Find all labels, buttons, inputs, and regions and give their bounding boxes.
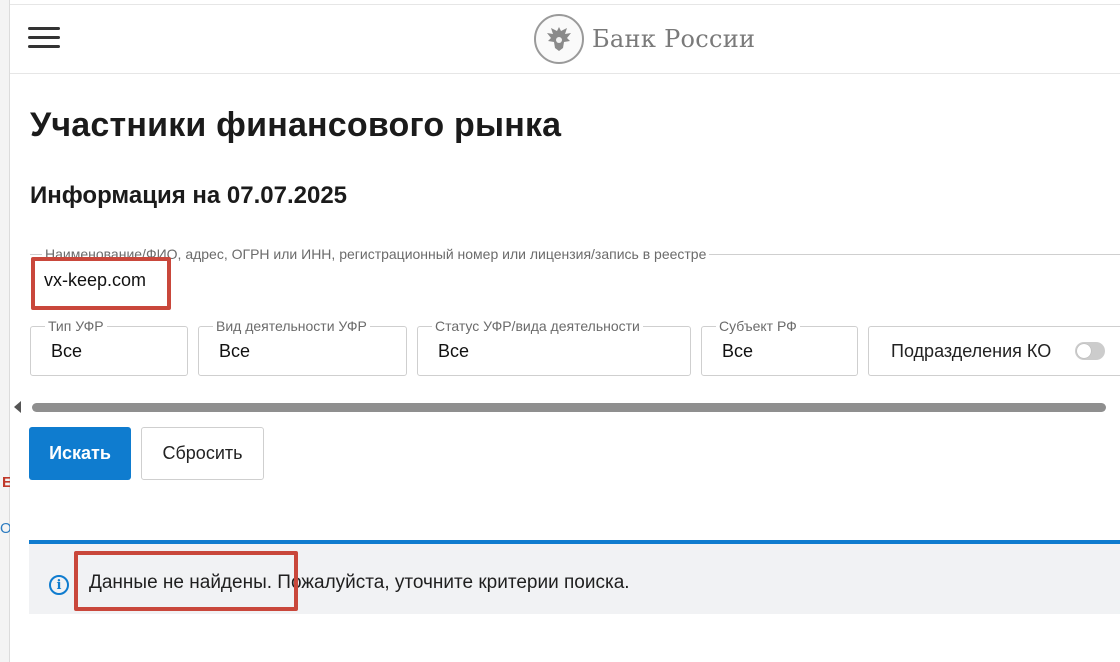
filter-status[interactable]: Статус УФР/вида деятельности Все (417, 318, 691, 376)
filter-value: Все (51, 341, 83, 361)
filter-activity-type[interactable]: Вид деятельности УФР Все (198, 318, 407, 376)
search-button[interactable]: Искать (29, 427, 131, 480)
search-field-label: Наименование/ФИО, адрес, ОГРН или ИНН, р… (42, 246, 710, 262)
filter-label: Субъект РФ (716, 318, 800, 334)
filter-region[interactable]: Субъект РФ Все (701, 318, 858, 376)
brand-name: Банк России (592, 25, 756, 53)
horizontal-scrollbar[interactable] (14, 400, 1120, 414)
double-headed-eagle-emblem-icon (534, 14, 584, 64)
branches-toggle-label: Подразделения КО (891, 341, 1052, 361)
site-header: Банк России (10, 4, 1120, 74)
filter-label: Статус УФР/вида деятельности (432, 318, 643, 334)
branches-toggle-switch[interactable] (1075, 342, 1105, 360)
hamburger-menu-icon[interactable] (28, 27, 60, 53)
filter-value: Все (438, 341, 470, 361)
brand-logo[interactable]: Банк России (534, 14, 755, 64)
reset-button[interactable]: Сбросить (141, 427, 264, 480)
info-date-heading: Информация на 07.07.2025 (30, 182, 348, 209)
alert-message: Данные не найдены. Пожалуйста, уточните … (89, 572, 630, 593)
filter-value: Все (219, 341, 251, 361)
search-input[interactable] (44, 270, 644, 291)
filter-value: Все (722, 341, 754, 361)
page-title: Участники финансового рынка (30, 106, 562, 144)
branches-toggle-field[interactable]: Подразделения КО (868, 326, 1120, 376)
background-window-edge: Е О (0, 0, 12, 662)
page: Банк России Участники финансового рынка … (10, 0, 1120, 662)
filter-ufr-type[interactable]: Тип УФР Все (30, 318, 188, 376)
filter-label: Тип УФР (45, 318, 107, 334)
filter-label: Вид деятельности УФР (213, 318, 370, 334)
scroll-left-arrow-icon[interactable] (14, 401, 21, 413)
toggle-knob (1077, 344, 1091, 358)
filters-row: Тип УФР Все Вид деятельности УФР Все Ста… (30, 318, 1120, 376)
scrollbar-thumb[interactable] (32, 403, 1106, 412)
no-results-alert: i Данные не найдены. Пожалуйста, уточнит… (29, 540, 1120, 614)
search-field[interactable]: Наименование/ФИО, адрес, ОГРН или ИНН, р… (30, 246, 1120, 306)
info-icon: i (49, 575, 69, 595)
